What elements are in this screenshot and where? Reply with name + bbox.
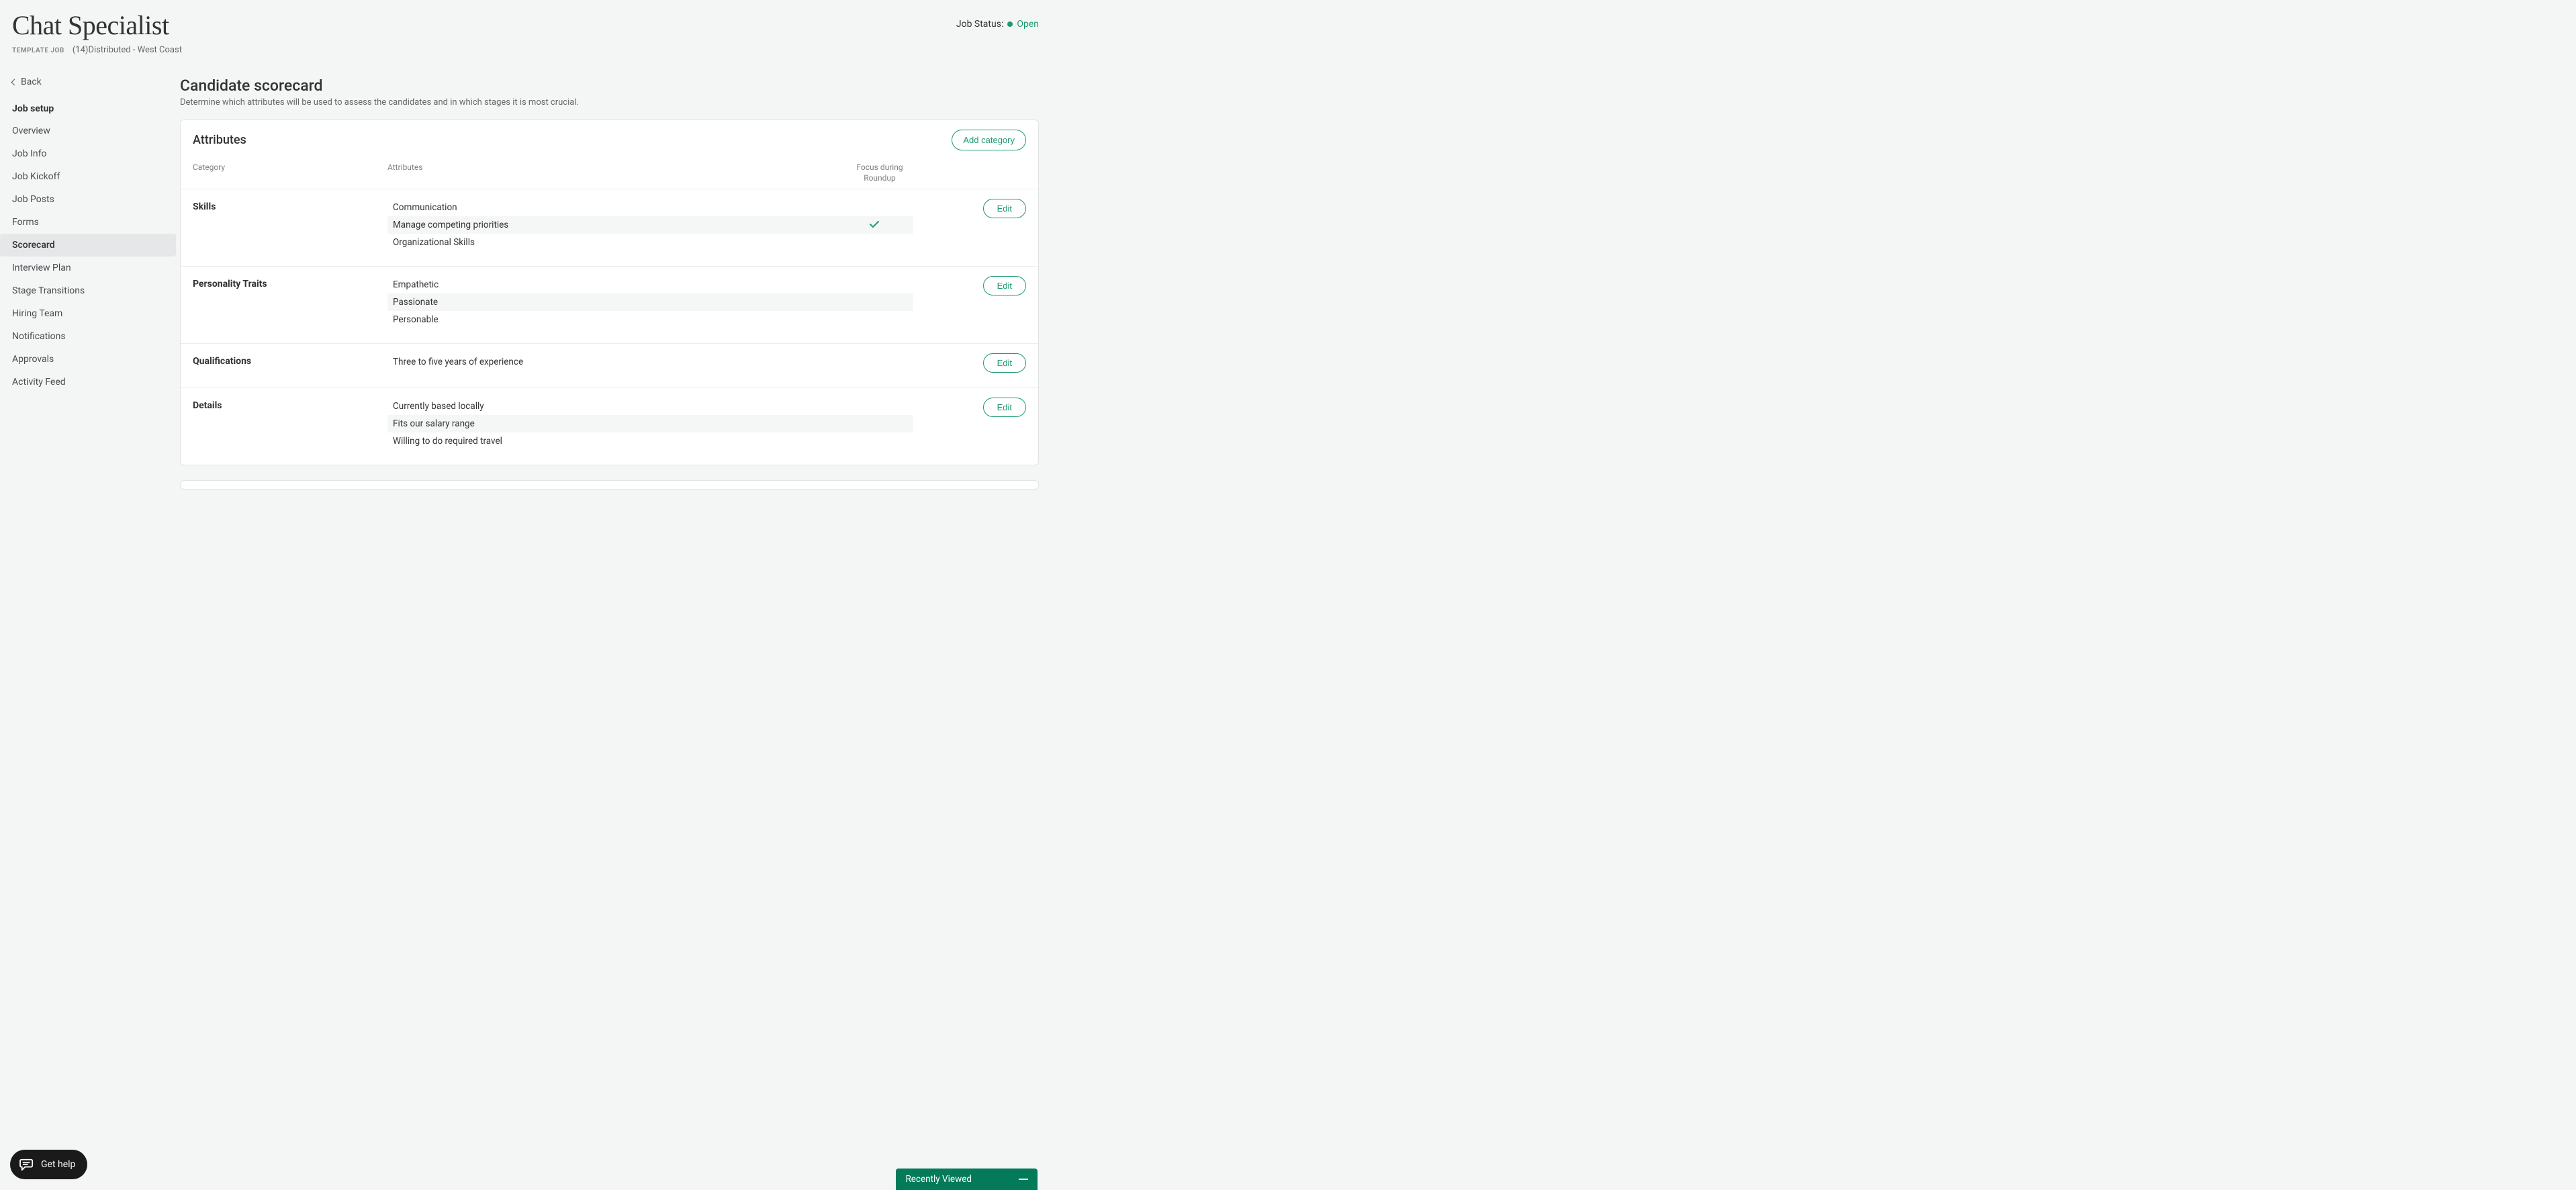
edit-category-button[interactable]: Edit [983, 398, 1026, 417]
job-status-value: Open [1017, 19, 1039, 30]
category-actions: Edit [913, 398, 1026, 450]
attributes-panel-title: Attributes [193, 133, 246, 147]
attribute-label: Organizational Skills [393, 237, 841, 248]
sidebar: Back Job setup OverviewJob InfoJob Kicko… [0, 58, 180, 518]
col-header-attributes: Attributes [387, 163, 846, 183]
minimize-icon [1019, 1179, 1028, 1180]
sidebar-item-activity-feed[interactable]: Activity Feed [0, 371, 176, 394]
sidebar-item-job-kickoff[interactable]: Job Kickoff [0, 165, 176, 188]
attributes-panel-header: Attributes Add category [181, 120, 1038, 160]
attribute-label: Three to five years of experience [393, 357, 841, 367]
chat-bubble-icon [19, 1158, 34, 1171]
attribute-row: Organizational Skills [387, 234, 913, 251]
sidebar-item-hiring-team[interactable]: Hiring Team [0, 302, 176, 325]
job-reqs-location: (14)Distributed - West Coast [73, 45, 182, 55]
category-actions: Edit [913, 353, 1026, 373]
sidebar-item-approvals[interactable]: Approvals [0, 348, 176, 371]
edit-category-button[interactable]: Edit [983, 199, 1026, 218]
category-actions: Edit [913, 199, 1026, 251]
attribute-row: Willing to do required travel [387, 432, 913, 450]
job-title: Chat Specialist [12, 9, 182, 41]
attributes-table-header: Category Attributes Focus during Roundup [181, 160, 1038, 189]
attribute-row: Passionate [387, 293, 913, 311]
attribute-row: Three to five years of experience [387, 353, 913, 371]
chevron-left-icon [11, 79, 18, 85]
back-link[interactable]: Back [0, 77, 180, 99]
sidebar-item-stage-transitions[interactable]: Stage Transitions [0, 279, 176, 302]
get-help-button[interactable]: Get help [10, 1150, 87, 1179]
attribute-row: Currently based locally [387, 398, 913, 415]
sidebar-item-job-info[interactable]: Job Info [0, 142, 176, 165]
category-name: Skills [193, 199, 387, 251]
sidebar-item-overview[interactable]: Overview [0, 120, 176, 142]
get-help-label: Get help [41, 1159, 75, 1170]
attribute-row: Fits our salary range [387, 415, 913, 432]
sidebar-item-interview-plan[interactable]: Interview Plan [0, 257, 176, 279]
category-name: Details [193, 398, 387, 450]
attribute-row: Empathetic [387, 276, 913, 293]
category-name: Qualifications [193, 353, 387, 373]
sidebar-item-notifications[interactable]: Notifications [0, 325, 176, 348]
status-dot-icon [1007, 21, 1013, 27]
category-section: Details Currently based locally Fits our s… [181, 387, 1038, 465]
attribute-label: Fits our salary range [393, 418, 841, 429]
job-title-block: Chat Specialist TEMPLATE JOB (14)Distrib… [12, 9, 182, 55]
category-actions: Edit [913, 276, 1026, 328]
attribute-list: Three to five years of experience [387, 353, 913, 373]
job-reqs-count[interactable]: (14) [73, 45, 89, 55]
page-header: Chat Specialist TEMPLATE JOB (14)Distrib… [0, 0, 1051, 58]
attribute-list: Communication Manage competing priorities… [387, 199, 913, 251]
category-section: Skills Communication Manage competing prio… [181, 189, 1038, 266]
page-subtext: Determine which attributes will be used … [180, 97, 1039, 107]
attribute-row: Communication [387, 199, 913, 216]
attribute-label: Personable [393, 314, 841, 325]
col-header-actions [913, 163, 1026, 183]
attribute-label: Empathetic [393, 279, 841, 290]
col-header-focus: Focus during Roundup [846, 163, 913, 183]
col-header-category: Category [193, 163, 387, 183]
check-icon [870, 221, 879, 228]
edit-category-button[interactable]: Edit [983, 353, 1026, 373]
attribute-label: Willing to do required travel [393, 436, 841, 447]
attribute-focus-cell [841, 220, 908, 230]
category-name: Personality Traits [193, 276, 387, 328]
attribute-label: Manage competing priorities [393, 220, 841, 230]
attribute-row: Manage competing priorities [387, 216, 913, 234]
edit-category-button[interactable]: Edit [983, 276, 1026, 295]
attribute-label: Communication [393, 202, 841, 213]
job-status: Job Status: Open [956, 19, 1039, 30]
template-job-badge: TEMPLATE JOB [12, 47, 64, 54]
category-section: Qualifications Three to five years of exp… [181, 343, 1038, 387]
attribute-label: Currently based locally [393, 401, 841, 412]
attribute-row: Personable [387, 311, 913, 328]
attribute-list: Currently based locally Fits our salary r… [387, 398, 913, 450]
sidebar-section-label: Job setup [0, 99, 180, 120]
add-category-button[interactable]: Add category [952, 130, 1026, 150]
sidebar-item-forms[interactable]: Forms [0, 211, 176, 234]
attributes-panel: Attributes Add category Category Attribu… [180, 120, 1039, 465]
back-label: Back [21, 77, 42, 87]
category-section: Personality Traits Empathetic Passionate Pe… [181, 266, 1038, 343]
job-meta: TEMPLATE JOB (14)Distributed - West Coas… [12, 45, 182, 55]
next-panel-peek [180, 480, 1039, 490]
job-status-label: Job Status: [956, 19, 1003, 30]
recently-viewed-bar[interactable]: Recently Viewed [896, 1169, 1038, 1190]
recently-viewed-label: Recently Viewed [905, 1174, 972, 1185]
attribute-label: Passionate [393, 297, 841, 308]
job-location: Distributed - West Coast [88, 45, 182, 55]
main-content: Candidate scorecard Determine which attr… [180, 58, 1051, 518]
sidebar-item-scorecard[interactable]: Scorecard [0, 234, 176, 257]
attribute-list: Empathetic Passionate Personable [387, 276, 913, 328]
page-heading: Candidate scorecard [180, 77, 1039, 95]
sidebar-item-job-posts[interactable]: Job Posts [0, 188, 176, 211]
